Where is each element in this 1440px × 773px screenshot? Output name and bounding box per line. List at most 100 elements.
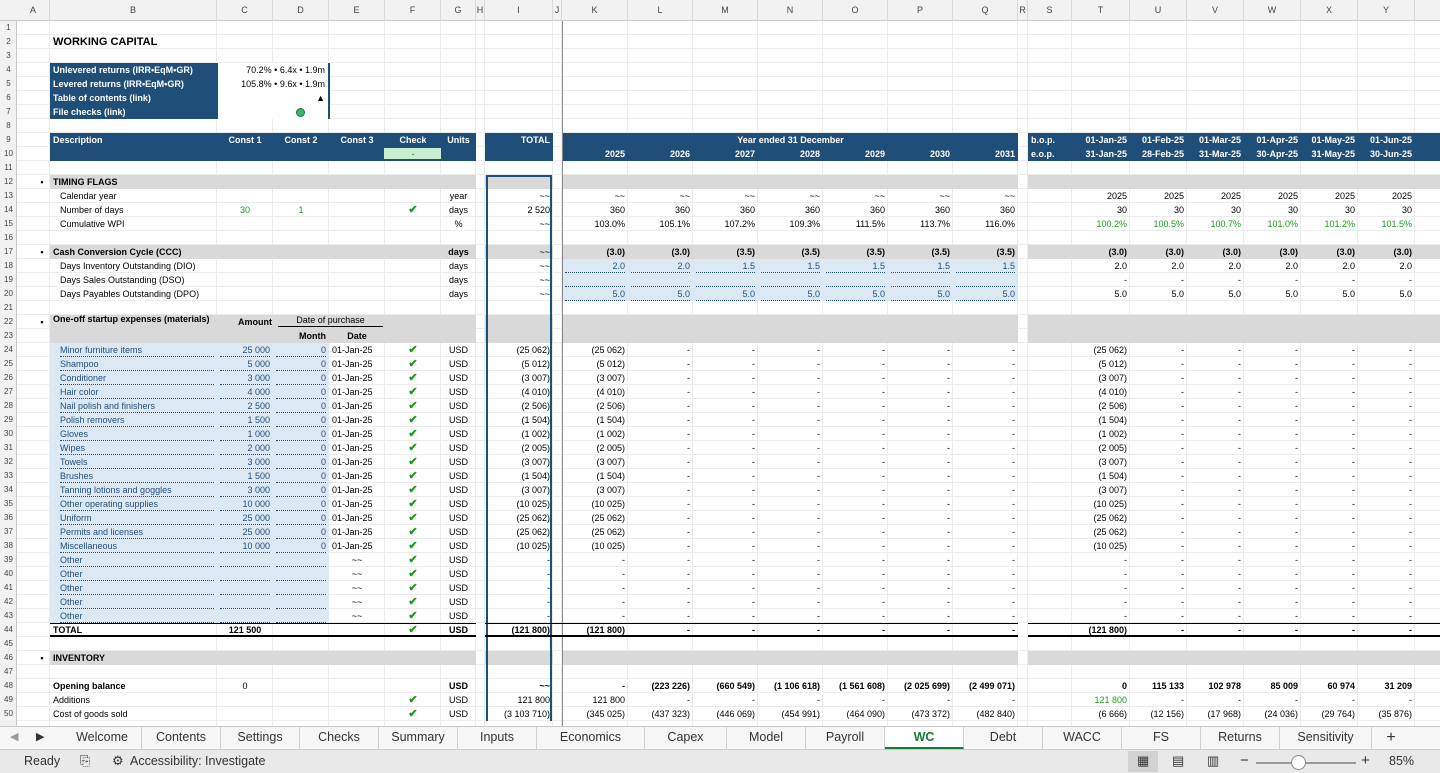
header-month[interactable]: Month [276, 329, 326, 343]
row-number[interactable]: 12 [0, 175, 16, 189]
monthly-value[interactable]: 2.0 [1304, 259, 1355, 273]
monthly-value[interactable]: 2025 [1304, 189, 1355, 203]
monthly-value[interactable]: - [1247, 343, 1298, 357]
startup-item-month[interactable]: 0 [276, 427, 326, 441]
input-cell[interactable] [696, 273, 755, 287]
total-cell[interactable]: (10 025) [488, 497, 550, 511]
monthly-value[interactable]: - [1133, 553, 1184, 567]
annual-value[interactable]: - [826, 497, 885, 511]
monthly-value[interactable]: - [1133, 581, 1184, 595]
monthly-value[interactable]: (25 062) [1075, 343, 1127, 357]
monthly-value[interactable]: 115 133 [1133, 679, 1184, 693]
column-header-m[interactable]: M [693, 0, 758, 21]
monthly-value[interactable]: - [1361, 371, 1412, 385]
monthly-value[interactable]: - [1361, 693, 1412, 707]
total-cell[interactable]: ~~ [488, 273, 550, 287]
page-break-view-icon[interactable]: ▥ [1207, 753, 1219, 769]
row-number[interactable]: 19 [0, 273, 16, 287]
annual-value[interactable]: - [761, 455, 820, 469]
annual-value[interactable]: (1 504) [565, 469, 625, 483]
sheet-tab-wc[interactable]: WC [885, 727, 964, 749]
annual-value[interactable]: - [956, 609, 1015, 623]
row-number[interactable]: 38 [0, 539, 16, 553]
annual-value[interactable]: - [761, 511, 820, 525]
startup-item-name[interactable]: Other [60, 567, 214, 581]
monthly-value[interactable]: - [1133, 609, 1184, 623]
monthly-value[interactable]: 30 [1247, 203, 1298, 217]
annual-value[interactable]: - [696, 385, 755, 399]
annual-value[interactable]: - [565, 679, 625, 693]
file-checks-ok-icon[interactable] [296, 108, 305, 117]
annual-value[interactable]: - [956, 455, 1015, 469]
input-cell[interactable]: 5.0 [826, 287, 885, 301]
monthly-value[interactable]: - [1361, 273, 1412, 287]
column-header-a[interactable]: A [17, 0, 50, 21]
monthly-value[interactable]: - [1190, 441, 1241, 455]
monthly-value[interactable]: 101.0% [1247, 217, 1298, 231]
annual-value[interactable]: - [761, 385, 820, 399]
annual-value[interactable]: - [891, 385, 950, 399]
monthly-value[interactable]: - [1190, 483, 1241, 497]
monthly-value[interactable]: - [1304, 511, 1355, 525]
monthly-value[interactable]: (3.0) [1247, 245, 1298, 259]
monthly-value[interactable]: - [1361, 567, 1412, 581]
annual-value[interactable]: 107.2% [696, 217, 755, 231]
page-layout-view-icon[interactable]: ▤ [1172, 753, 1184, 769]
monthly-value[interactable]: - [1190, 343, 1241, 357]
units[interactable]: USD [444, 357, 473, 371]
startup-item-amount[interactable]: 2 000 [220, 441, 270, 455]
monthly-value[interactable]: - [1361, 385, 1412, 399]
annual-value[interactable]: (2 499 071) [956, 679, 1015, 693]
header-month-end[interactable]: 30-Apr-25 [1247, 147, 1298, 161]
row-label[interactable]: Cumulative WPI [60, 217, 214, 231]
monthly-value[interactable]: - [1304, 525, 1355, 539]
sheet-tab-summary[interactable]: Summary [379, 727, 458, 749]
column-header-t[interactable]: T [1072, 0, 1130, 21]
annual-value[interactable]: - [891, 567, 950, 581]
column-header-n[interactable]: N [758, 0, 823, 21]
monthly-value[interactable]: 30 [1075, 203, 1127, 217]
input-cell[interactable]: 5.0 [891, 287, 950, 301]
annual-value[interactable]: ~~ [696, 189, 755, 203]
annual-value[interactable]: - [696, 455, 755, 469]
units[interactable]: USD [444, 455, 473, 469]
monthly-value[interactable]: 31 209 [1361, 679, 1412, 693]
startup-item-month[interactable] [276, 553, 326, 567]
annual-value[interactable]: - [631, 455, 690, 469]
units[interactable]: days [444, 245, 473, 259]
annual-value[interactable]: (437 323) [631, 707, 690, 721]
monthly-value[interactable]: 2025 [1247, 189, 1298, 203]
monthly-value[interactable]: - [1304, 357, 1355, 371]
monthly-value[interactable]: 2025 [1361, 189, 1412, 203]
monthly-value[interactable]: (1 504) [1075, 469, 1127, 483]
total-cell[interactable]: (4 010) [488, 385, 550, 399]
annual-value[interactable]: - [631, 357, 690, 371]
startup-item-name[interactable]: Shampoo [60, 357, 214, 371]
monthly-value[interactable]: - [1304, 399, 1355, 413]
startup-item-amount[interactable]: 1 000 [220, 427, 270, 441]
annual-value[interactable]: (223 226) [631, 679, 690, 693]
monthly-value[interactable]: - [1247, 427, 1298, 441]
monthly-value[interactable]: - [1133, 623, 1184, 637]
monthly-value[interactable]: - [1133, 343, 1184, 357]
row-number[interactable]: 50 [0, 707, 16, 721]
units[interactable]: year [444, 189, 473, 203]
monthly-value[interactable]: 100.2% [1075, 217, 1127, 231]
annual-value[interactable]: - [631, 343, 690, 357]
row-number[interactable]: 34 [0, 483, 16, 497]
startup-item-month[interactable] [276, 595, 326, 609]
startup-item-amount[interactable] [220, 581, 270, 595]
annual-value[interactable]: - [631, 427, 690, 441]
startup-item-amount[interactable]: 3 000 [220, 455, 270, 469]
annual-value[interactable]: (3.0) [565, 245, 625, 259]
startup-item-month[interactable]: 0 [276, 511, 326, 525]
row-header-bar[interactable]: 1 2 3 4 5 6 7 8 9 10 11 12 13 14 15 16 17 18 19 20 21 22 23 24 2… [0, 21, 17, 726]
row-number[interactable]: 46 [0, 651, 16, 665]
annual-value[interactable]: (660 549) [696, 679, 755, 693]
units[interactable]: USD [444, 679, 473, 693]
monthly-value[interactable]: 5.0 [1133, 287, 1184, 301]
startup-item-date[interactable]: 01-Jan-25 [332, 497, 382, 511]
annual-value[interactable]: - [631, 553, 690, 567]
row-number[interactable]: 37 [0, 525, 16, 539]
monthly-value[interactable]: - [1361, 525, 1412, 539]
